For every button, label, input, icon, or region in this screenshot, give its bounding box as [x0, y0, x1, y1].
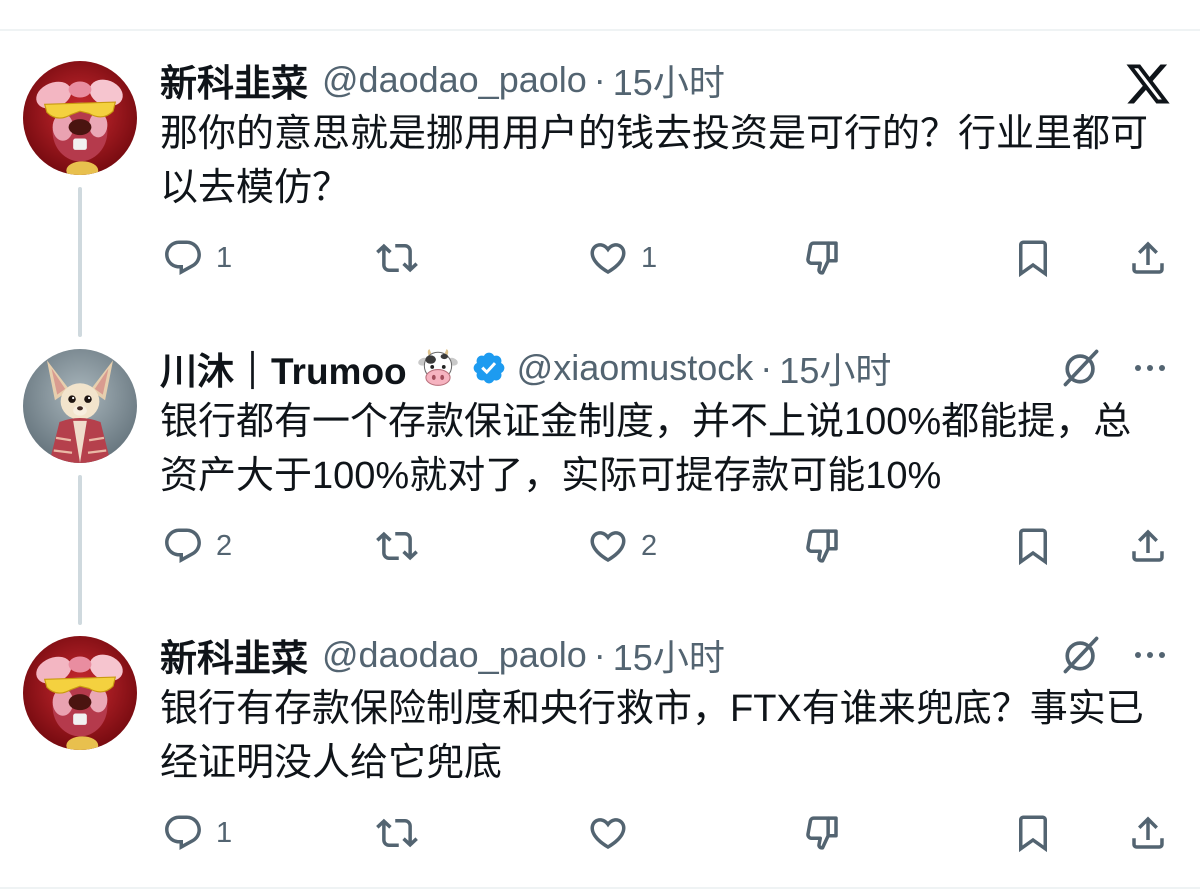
share-icon[interactable]: [1127, 525, 1169, 567]
tweet-text: 银行有存款保险制度和央行救市，FTX有谁来兜底？事实已 经证明没人给它兜底: [160, 682, 1144, 790]
avatar[interactable]: [23, 349, 137, 463]
heart-icon[interactable]: [587, 812, 629, 854]
display-name[interactable]: 新科韭菜: [160, 628, 308, 682]
grok-icon[interactable]: [1059, 633, 1103, 677]
meta-separator: ·: [593, 59, 606, 100]
user-handle[interactable]: @daodao_paolo: [322, 59, 587, 101]
top-divider: [0, 29, 1200, 31]
action-bar: 2 2: [0, 521, 1200, 571]
tweet-text-line: 资产大于100%就对了，实际可提存款可能10%: [160, 455, 942, 497]
timestamp[interactable]: 15小时: [779, 342, 891, 394]
tweet[interactable]: 新科韭菜 @daodao_paolo · 15小时 银行有存款保险制度和央行救市…: [0, 630, 1200, 870]
reply-count: 1: [216, 817, 233, 849]
like-count: 2: [641, 530, 658, 562]
retweet-icon[interactable]: [376, 237, 418, 279]
tweet-text: 那你的意思就是挪用用户的钱去投资是可行的？行业里都可 以去模仿？: [160, 107, 1148, 215]
bookmark-icon[interactable]: [1012, 237, 1054, 279]
user-handle[interactable]: @daodao_paolo: [322, 634, 587, 676]
cow-face-emoji-icon: [417, 349, 458, 386]
meta-separator: ·: [760, 347, 773, 388]
grok-icon[interactable]: [1059, 346, 1103, 390]
reply-icon[interactable]: [162, 812, 204, 854]
bookmark-icon[interactable]: [1012, 525, 1054, 567]
user-handle[interactable]: @xiaomustock: [517, 347, 754, 389]
reply-count: 1: [216, 242, 233, 274]
verified-badge-icon: [473, 352, 505, 384]
display-name[interactable]: 新科韭菜: [160, 53, 308, 107]
thumbs-down-icon[interactable]: [801, 237, 843, 279]
bottom-divider: [0, 887, 1200, 889]
tweet-text-line: 那你的意思就是挪用用户的钱去投资是可行的？行业里都可: [160, 113, 1149, 155]
heart-icon[interactable]: [587, 525, 629, 567]
display-name[interactable]: 川沐｜Trumoo: [160, 341, 407, 395]
tweet-text-line: 以去模仿？: [160, 167, 351, 209]
timestamp[interactable]: 15小时: [613, 629, 725, 681]
tweet-text-line: 银行有存款保险制度和央行救市，FTX有谁来兜底？事实已: [160, 688, 1144, 730]
tweet-header: 新科韭菜 @daodao_paolo · 15小时: [160, 630, 725, 680]
share-icon[interactable]: [1127, 812, 1169, 854]
meta-separator: ·: [593, 634, 606, 675]
action-bar: 1 1: [0, 233, 1200, 283]
thumbs-down-icon[interactable]: [801, 525, 843, 567]
thumbs-down-icon[interactable]: [801, 812, 843, 854]
retweet-icon[interactable]: [376, 525, 418, 567]
reply-icon[interactable]: [162, 237, 204, 279]
tweet-text-line: 经证明没人给它兜底: [160, 742, 503, 784]
tweet[interactable]: 川沐｜Trumoo @xiaomustock · 15小时 银行都有一个存款保证…: [0, 343, 1200, 583]
share-icon[interactable]: [1127, 237, 1169, 279]
avatar[interactable]: [23, 636, 137, 750]
tweet-text: 银行都有一个存款保证金制度，并不上说100%都能提，总 资产大于100%就对了，…: [160, 395, 1131, 503]
tweet-text-line: 银行都有一个存款保证金制度，并不上说100%都能提，总: [160, 401, 1132, 443]
tweet[interactable]: 新科韭菜 @daodao_paolo · 15小时 那你的意思就是挪用用户的钱去…: [0, 55, 1200, 295]
like-count: 1: [641, 242, 658, 274]
tweet-header: 川沐｜Trumoo @xiaomustock · 15小时: [160, 343, 891, 393]
heart-icon[interactable]: [587, 237, 629, 279]
tweet-header: 新科韭菜 @daodao_paolo · 15小时: [160, 55, 725, 105]
more-options-icon[interactable]: [1128, 356, 1172, 380]
reply-count: 2: [216, 530, 233, 562]
bookmark-icon[interactable]: [1012, 812, 1054, 854]
action-bar: 1: [0, 808, 1200, 858]
avatar[interactable]: [23, 61, 137, 175]
timestamp[interactable]: 15小时: [613, 54, 725, 106]
reply-icon[interactable]: [162, 525, 204, 567]
retweet-icon[interactable]: [376, 812, 418, 854]
more-options-icon[interactable]: [1128, 643, 1172, 667]
